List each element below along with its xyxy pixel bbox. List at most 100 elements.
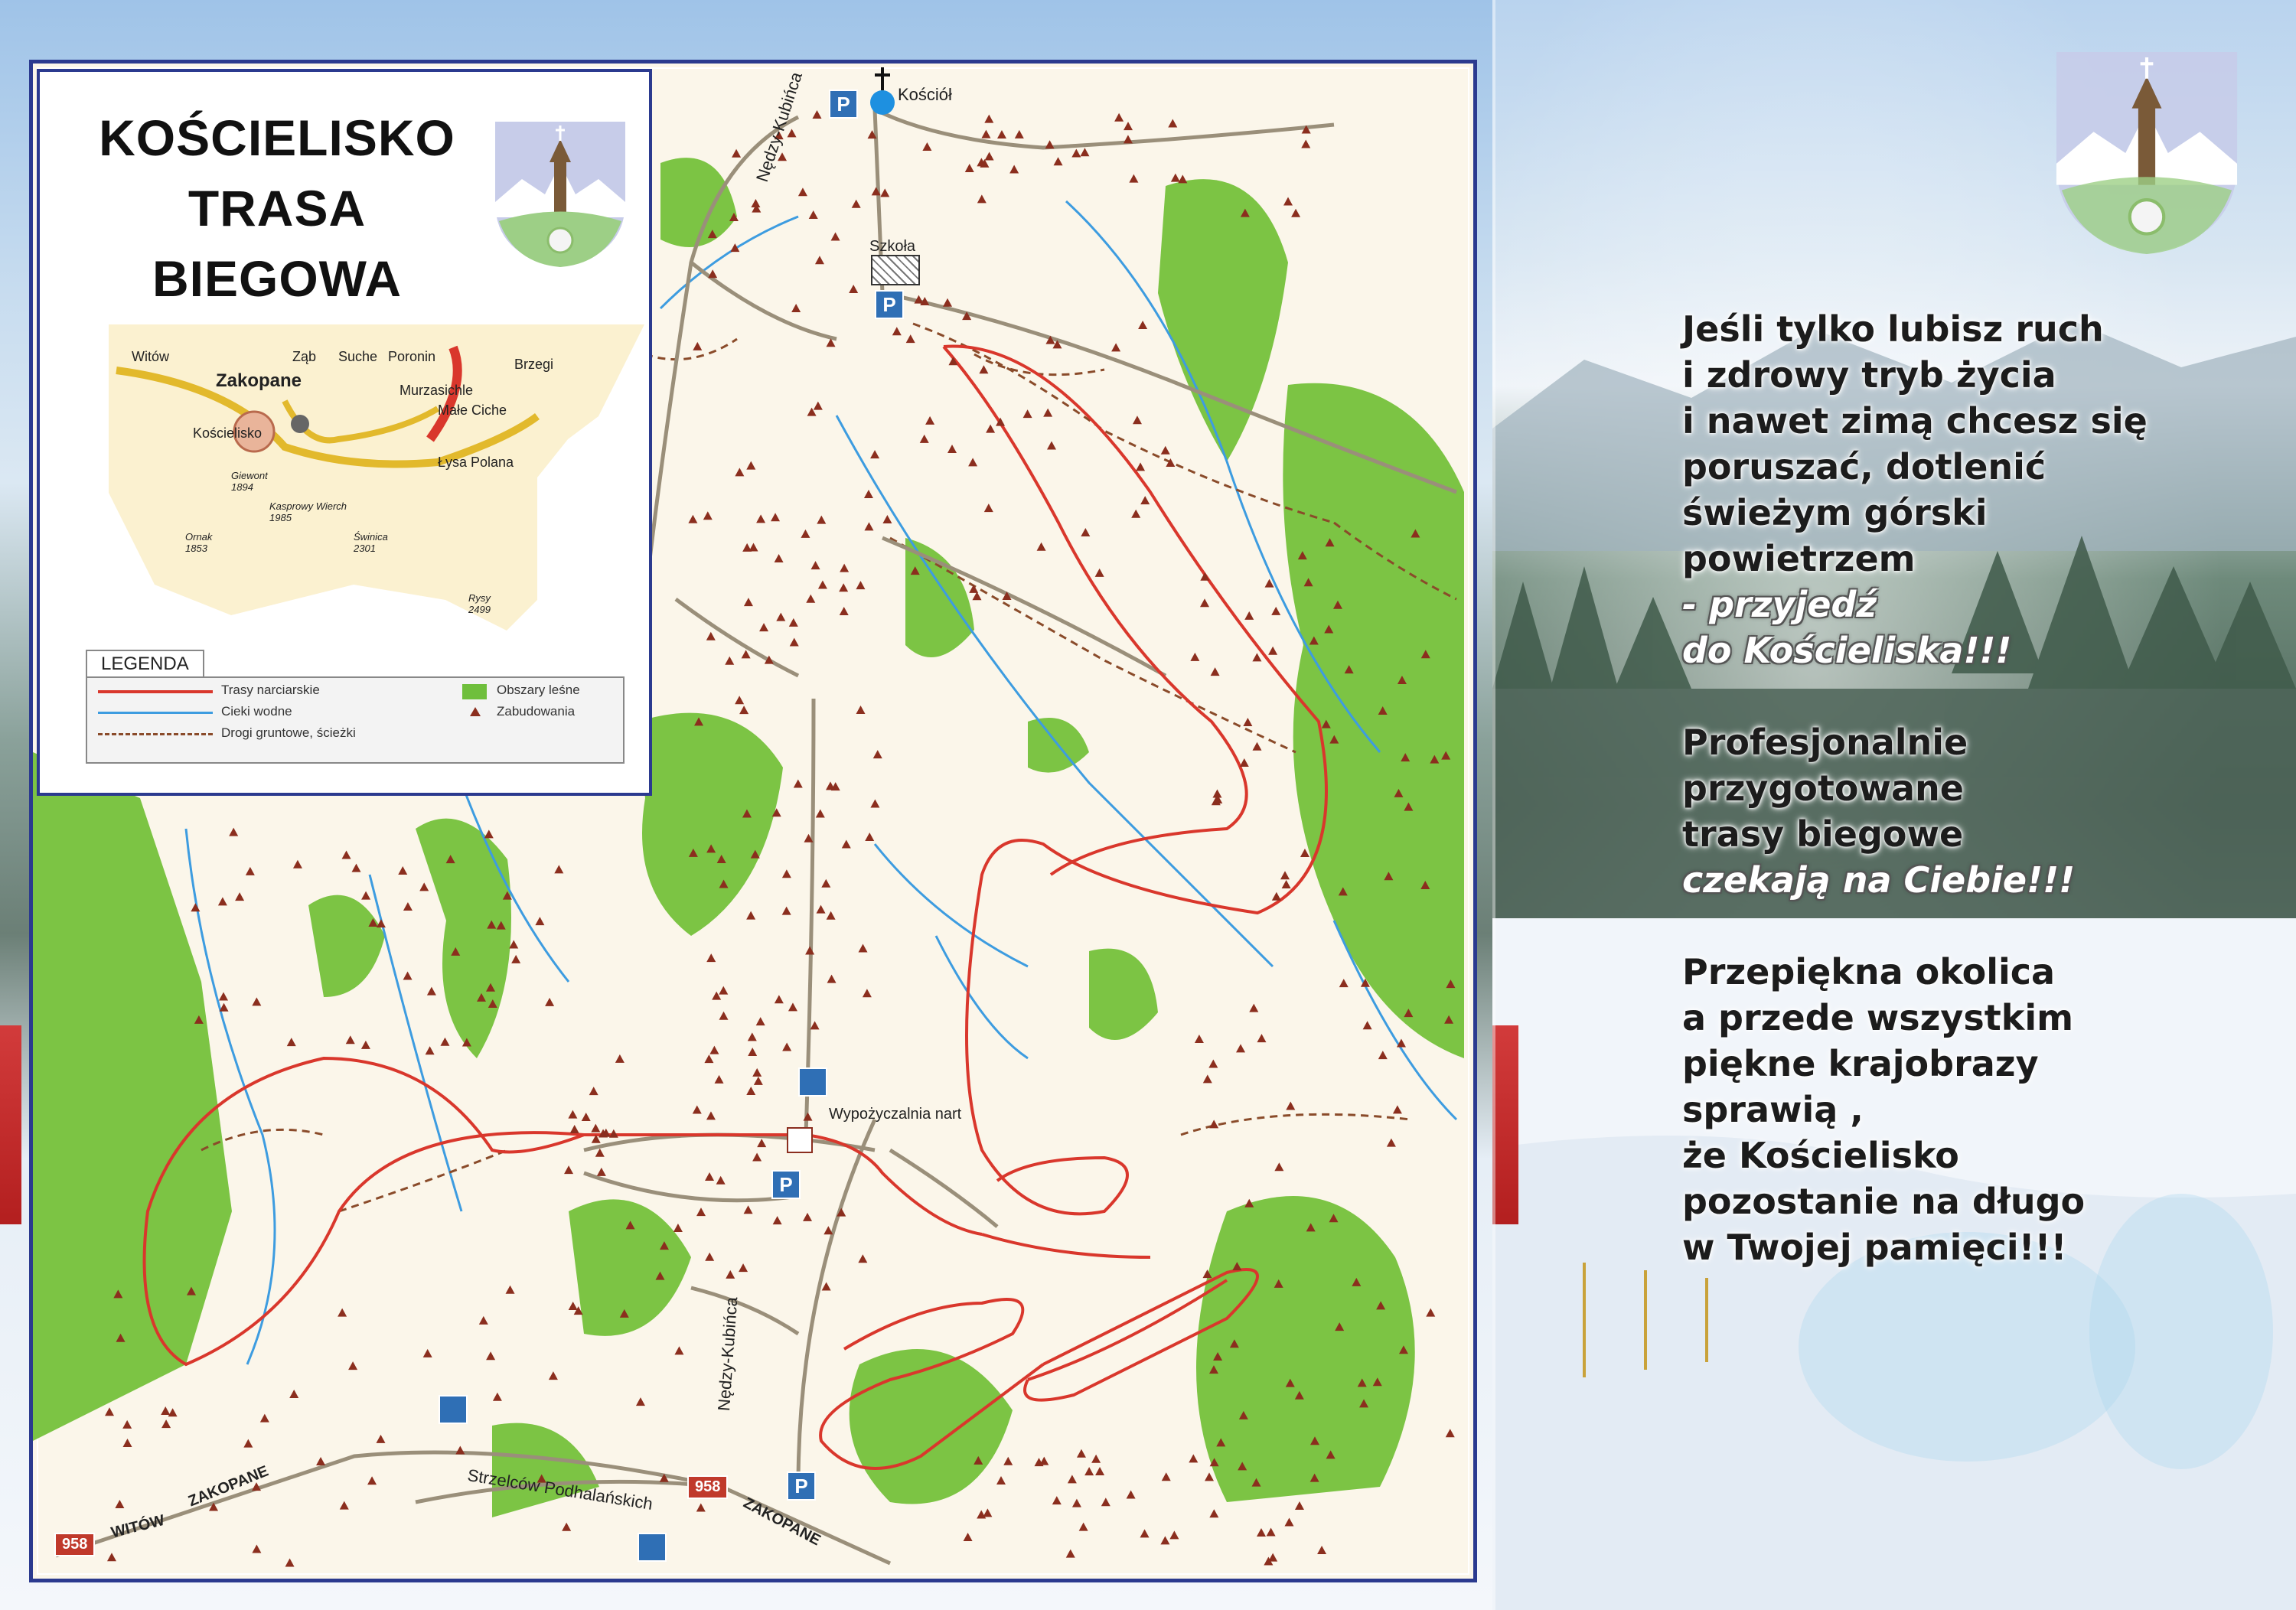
legend-label: Drogi gruntowe, ścieżki	[221, 725, 356, 740]
building-marker	[591, 1123, 601, 1133]
building-marker	[747, 1032, 757, 1041]
building-marker	[1378, 1051, 1388, 1060]
building-marker	[748, 543, 758, 552]
building-marker	[1052, 1496, 1062, 1505]
building-marker	[706, 1111, 716, 1120]
legend-swatch-path	[98, 733, 213, 735]
building-marker	[746, 911, 756, 920]
building-marker	[1294, 1501, 1304, 1510]
building-marker	[403, 971, 413, 980]
building-marker	[1003, 1456, 1013, 1465]
building-marker	[554, 865, 564, 874]
peak-label: Ornak 1853	[185, 531, 213, 554]
inset-place: Małe Ciche	[438, 402, 507, 418]
building-marker	[757, 1139, 767, 1148]
inset-place: Poronin	[388, 349, 436, 364]
building-marker	[419, 882, 429, 891]
bus-stop-icon[interactable]	[638, 1533, 667, 1562]
building-marker	[403, 902, 413, 911]
building-marker	[161, 1406, 171, 1416]
building-marker	[788, 1002, 797, 1012]
building-marker	[1301, 139, 1311, 148]
building-marker	[292, 859, 302, 869]
building-marker	[882, 514, 892, 523]
building-marker	[492, 1392, 502, 1401]
building-marker	[1045, 140, 1055, 149]
building-marker	[339, 1501, 349, 1510]
building-marker	[803, 1212, 813, 1221]
building-marker	[1243, 717, 1253, 726]
building-marker	[789, 637, 799, 647]
building-marker	[1392, 1105, 1402, 1114]
promo-highlight: czekają na Ciebie!!!	[1682, 859, 2076, 901]
ski-rental-icon[interactable]	[787, 1127, 813, 1153]
building-marker	[1280, 871, 1290, 880]
building-marker	[161, 1419, 171, 1429]
legend-label: Obszary leśne	[497, 683, 580, 697]
building-marker	[817, 515, 827, 524]
building-marker	[984, 152, 994, 161]
building-marker	[781, 906, 791, 915]
building-marker	[863, 490, 873, 499]
building-marker	[1114, 112, 1124, 122]
building-marker	[983, 504, 993, 513]
building-marker	[810, 1021, 820, 1030]
building-marker	[1039, 1456, 1049, 1465]
building-marker	[984, 114, 994, 123]
parking-icon[interactable]: P	[787, 1471, 816, 1501]
building-marker	[746, 1087, 756, 1096]
parking-icon[interactable]: P	[771, 1170, 801, 1199]
building-marker	[486, 1351, 496, 1361]
building-marker	[1194, 1034, 1204, 1043]
building-marker	[725, 656, 735, 665]
building-marker	[830, 232, 840, 241]
building-marker	[1386, 1138, 1396, 1147]
info-icon[interactable]	[439, 1395, 468, 1424]
building-marker	[774, 995, 784, 1004]
building-marker	[968, 458, 978, 467]
bus-stop-icon[interactable]	[798, 1067, 827, 1097]
building-marker	[851, 199, 861, 208]
school-icon[interactable]	[871, 255, 920, 285]
building-marker	[735, 696, 745, 705]
building-marker	[748, 1047, 758, 1056]
building-marker	[755, 1017, 765, 1026]
promo-line: poruszać, dotlenić	[1682, 446, 2047, 487]
building-marker	[1210, 667, 1220, 676]
building-marker	[905, 334, 915, 344]
promo-line: w Twojej pamięci!!!	[1682, 1227, 2067, 1268]
building-marker	[817, 580, 827, 589]
parking-icon[interactable]: P	[875, 290, 904, 319]
legend-label: Cieki wodne	[221, 704, 292, 719]
building-marker	[1168, 119, 1178, 128]
building-marker	[252, 997, 262, 1006]
building-marker	[1426, 1308, 1436, 1317]
parking-icon[interactable]: P	[829, 90, 858, 119]
brochure-fold	[1492, 0, 1495, 1610]
building-marker	[252, 1544, 262, 1553]
building-marker	[1190, 652, 1200, 661]
building-marker	[759, 623, 769, 632]
building-marker	[840, 563, 850, 572]
building-marker	[545, 997, 555, 1006]
building-marker	[1160, 1536, 1170, 1545]
legend: Trasy narciarskie Cieki wodne Drogi grun…	[86, 676, 625, 764]
building-marker	[714, 1074, 724, 1084]
building-marker	[1244, 611, 1254, 620]
building-marker	[774, 554, 784, 563]
building-marker	[732, 148, 742, 158]
building-marker	[1271, 606, 1281, 615]
building-marker	[562, 1522, 572, 1531]
red-banner-left	[0, 1025, 21, 1224]
building-marker	[712, 991, 722, 1000]
building-marker	[996, 130, 1006, 139]
building-marker	[1080, 148, 1090, 157]
building-marker	[1271, 891, 1281, 901]
promo-line: przygotowane	[1682, 768, 1964, 809]
church-icon[interactable]	[867, 67, 898, 121]
building-marker	[259, 1413, 269, 1423]
title-legend-panel: KOŚCIELISKO TRASA BIEGOWA Witów Zakopane…	[37, 69, 652, 796]
building-marker	[919, 434, 929, 443]
building-marker	[756, 514, 766, 523]
building-marker	[505, 1285, 515, 1294]
